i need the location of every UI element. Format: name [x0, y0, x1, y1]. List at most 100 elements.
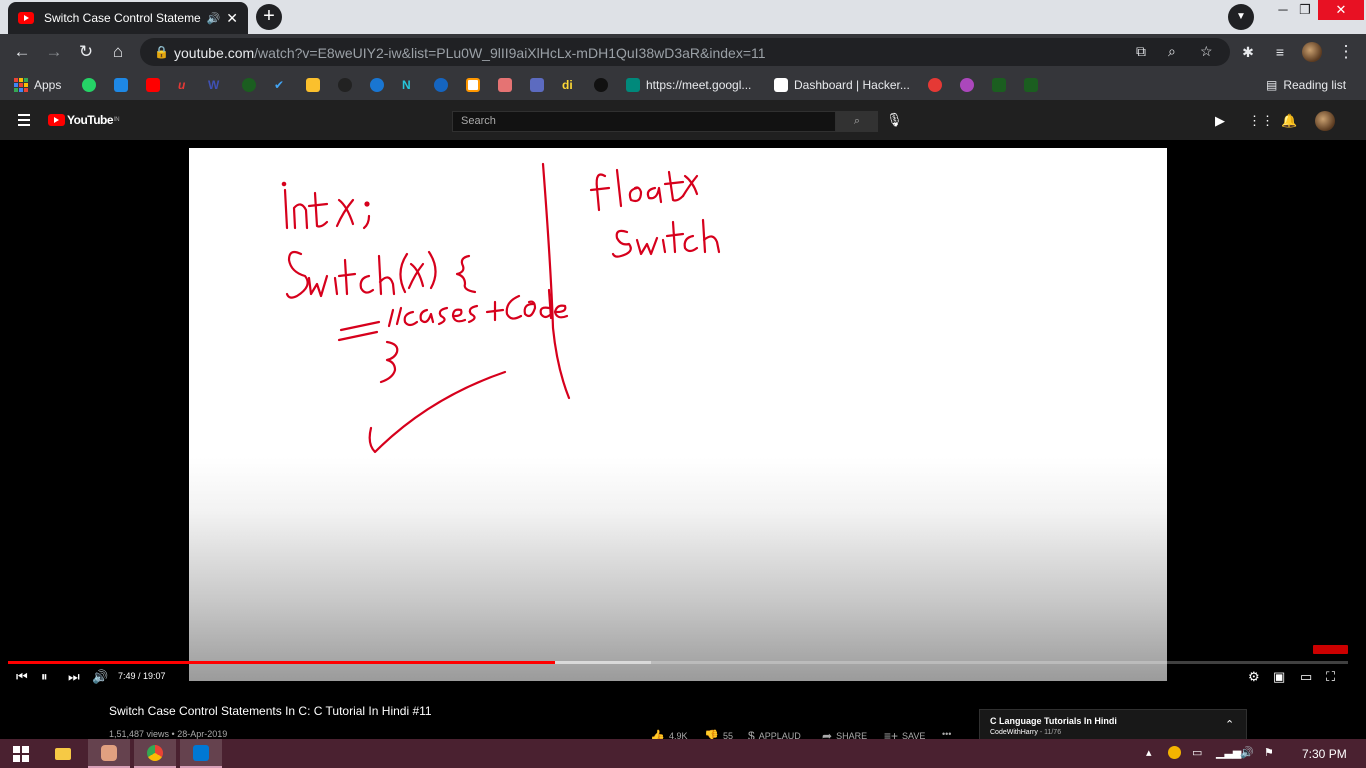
- home-icon[interactable]: ⌂: [106, 40, 130, 64]
- progress-bar[interactable]: [8, 661, 1348, 664]
- whatsapp-icon[interactable]: [82, 76, 96, 94]
- ink-e2: [553, 304, 569, 319]
- chevron-up-icon[interactable]: ⌃: [1225, 718, 1234, 731]
- fullscreen-icon[interactable]: ⛶: [1326, 669, 1335, 685]
- menu-kebab-icon[interactable]: ⋮: [1334, 40, 1358, 64]
- playlist-title: C Language Tutorials In Hindi: [990, 716, 1117, 726]
- ink-int-n: [292, 203, 309, 230]
- reload-icon[interactable]: ↻: [74, 40, 98, 64]
- close-window-button[interactable]: ✕: [1318, 0, 1364, 20]
- more-actions-icon[interactable]: •••: [942, 729, 951, 739]
- bookmark-icon-21[interactable]: [960, 76, 974, 94]
- bookmark-star-icon[interactable]: ☆: [1200, 43, 1213, 60]
- file-explorer-icon[interactable]: [42, 739, 84, 768]
- windows-start-icon[interactable]: [0, 739, 42, 768]
- youtube-logo[interactable]: YouTube IN: [48, 113, 120, 127]
- progress-played: [8, 661, 555, 664]
- ink-h: [377, 254, 396, 296]
- taskbar-clock[interactable]: 7:30 PM: [1302, 747, 1347, 761]
- paint-app-icon[interactable]: [88, 739, 130, 768]
- ink-c2: [403, 310, 419, 327]
- tray-battery-icon[interactable]: ▭: [1192, 746, 1202, 759]
- bookmark-icon-10[interactable]: [370, 76, 384, 94]
- bookmark-icon-5[interactable]: W: [208, 76, 219, 94]
- address-bar[interactable]: 🔒 youtube.com/watch?v=E8weUIY2-iw&list=P…: [140, 38, 1230, 66]
- extensions-icon[interactable]: ✱: [1236, 40, 1260, 64]
- bookmark-hackerrank[interactable]: Dashboard | Hacker...: [774, 76, 910, 94]
- bookmark-icon-20[interactable]: [928, 76, 942, 94]
- ink-C: [505, 294, 523, 320]
- action-center-flag-icon[interactable]: ⚑: [1264, 746, 1274, 759]
- ink-brace-open: [455, 254, 477, 294]
- bookmark-icon-22[interactable]: [992, 76, 1006, 94]
- bookmark-icon-15[interactable]: [530, 76, 544, 94]
- ink-checkmark: [368, 370, 507, 454]
- tray-app-icon[interactable]: [1168, 746, 1181, 762]
- ink-brace-close: [379, 340, 399, 384]
- zoom-icon[interactable]: ⌕: [1168, 43, 1176, 60]
- bookmark-icon-9[interactable]: [338, 76, 352, 94]
- ink-s: [437, 306, 449, 326]
- bookmark-icon-13[interactable]: [466, 76, 480, 94]
- microphone-icon[interactable]: 🎙: [886, 112, 903, 128]
- ink-t2: [337, 258, 357, 296]
- miniplayer-icon[interactable]: ▣: [1273, 669, 1285, 685]
- search-input[interactable]: Search: [452, 111, 836, 132]
- ink-t3: [663, 170, 685, 202]
- bookmark-icon-7[interactable]: ✔: [274, 76, 284, 94]
- new-tab-button[interactable]: +: [256, 4, 282, 30]
- ink-plus: [485, 300, 505, 322]
- bookmark-icon-14[interactable]: [498, 76, 512, 94]
- ink-S: [285, 250, 309, 299]
- speaker-icon[interactable]: 🔊: [207, 12, 221, 25]
- create-video-icon[interactable]: ▶: [1215, 113, 1225, 129]
- reading-list-button[interactable]: ▤ Reading list: [1266, 76, 1346, 94]
- close-tab-icon[interactable]: ✕: [226, 10, 238, 27]
- navigation-bar: ← → ↻ ⌂ 🔒 youtube.com/watch?v=E8weUIY2-i…: [0, 34, 1366, 70]
- bookmark-apps[interactable]: Apps: [14, 76, 61, 94]
- bookmark-icon-23[interactable]: [1024, 76, 1038, 94]
- media-control-icon[interactable]: ≡: [1268, 40, 1292, 64]
- apps-icon[interactable]: ⋮⋮: [1248, 113, 1274, 129]
- profile-avatar[interactable]: [1302, 42, 1322, 62]
- tray-expand-icon[interactable]: ▴: [1146, 746, 1152, 759]
- video-meta: 1,51,487 views • 28-Apr-2019: [109, 729, 228, 739]
- youtube-favicon-icon: [18, 12, 34, 24]
- bookmark-icon-8[interactable]: [306, 76, 320, 94]
- network-icon[interactable]: ▁▃▅: [1216, 746, 1241, 759]
- chrome-app-icon[interactable]: [134, 739, 176, 768]
- settings-gear-icon[interactable]: ⚙: [1248, 669, 1260, 685]
- ink-h2: [701, 218, 721, 254]
- bookmark-icon-16[interactable]: di: [562, 76, 573, 94]
- hamburger-menu-icon[interactable]: [18, 114, 30, 129]
- volume-tray-icon[interactable]: 🔊: [1240, 746, 1254, 759]
- video-title: Switch Case Control Statements In C: C T…: [109, 704, 432, 718]
- video-player[interactable]: [189, 148, 1167, 681]
- notifications-bell-icon[interactable]: 🔔: [1281, 113, 1297, 129]
- ink-int-t-stem: [313, 191, 329, 228]
- account-avatar[interactable]: [1315, 111, 1335, 131]
- tab-search-button[interactable]: ▼: [1228, 4, 1254, 30]
- bookmark-meet[interactable]: https://meet.googl...: [626, 76, 751, 94]
- theater-mode-icon[interactable]: ▭: [1300, 669, 1312, 685]
- bookmark-icon-6[interactable]: [242, 76, 256, 94]
- open-in-app-icon[interactable]: ⧉: [1136, 43, 1146, 60]
- bookmark-icon-12[interactable]: [434, 76, 448, 94]
- bookmark-icon-2[interactable]: [114, 76, 128, 94]
- bookmark-icon-4[interactable]: u: [178, 76, 185, 94]
- vscode-app-icon[interactable]: [180, 739, 222, 768]
- browser-tab-active[interactable]: Switch Case Control Stateme 🔊 ✕: [8, 2, 248, 34]
- youtube-bookmark-icon[interactable]: [146, 76, 160, 94]
- subscribe-watermark[interactable]: [1313, 645, 1348, 654]
- search-button[interactable]: ⌕: [836, 111, 878, 132]
- back-arrow-icon[interactable]: ←: [10, 40, 34, 64]
- bookmark-icon-17[interactable]: [594, 76, 608, 94]
- previous-icon[interactable]: ⏮: [16, 669, 28, 685]
- bookmark-icon-11[interactable]: N: [402, 76, 411, 94]
- ink-f: [589, 173, 611, 212]
- ink-semicolon: [362, 214, 371, 230]
- forward-arrow-icon[interactable]: →: [42, 40, 66, 64]
- pause-icon[interactable]: ⏸: [41, 669, 48, 685]
- next-icon[interactable]: ⏭: [68, 669, 80, 685]
- volume-icon[interactable]: 🔊: [92, 669, 108, 685]
